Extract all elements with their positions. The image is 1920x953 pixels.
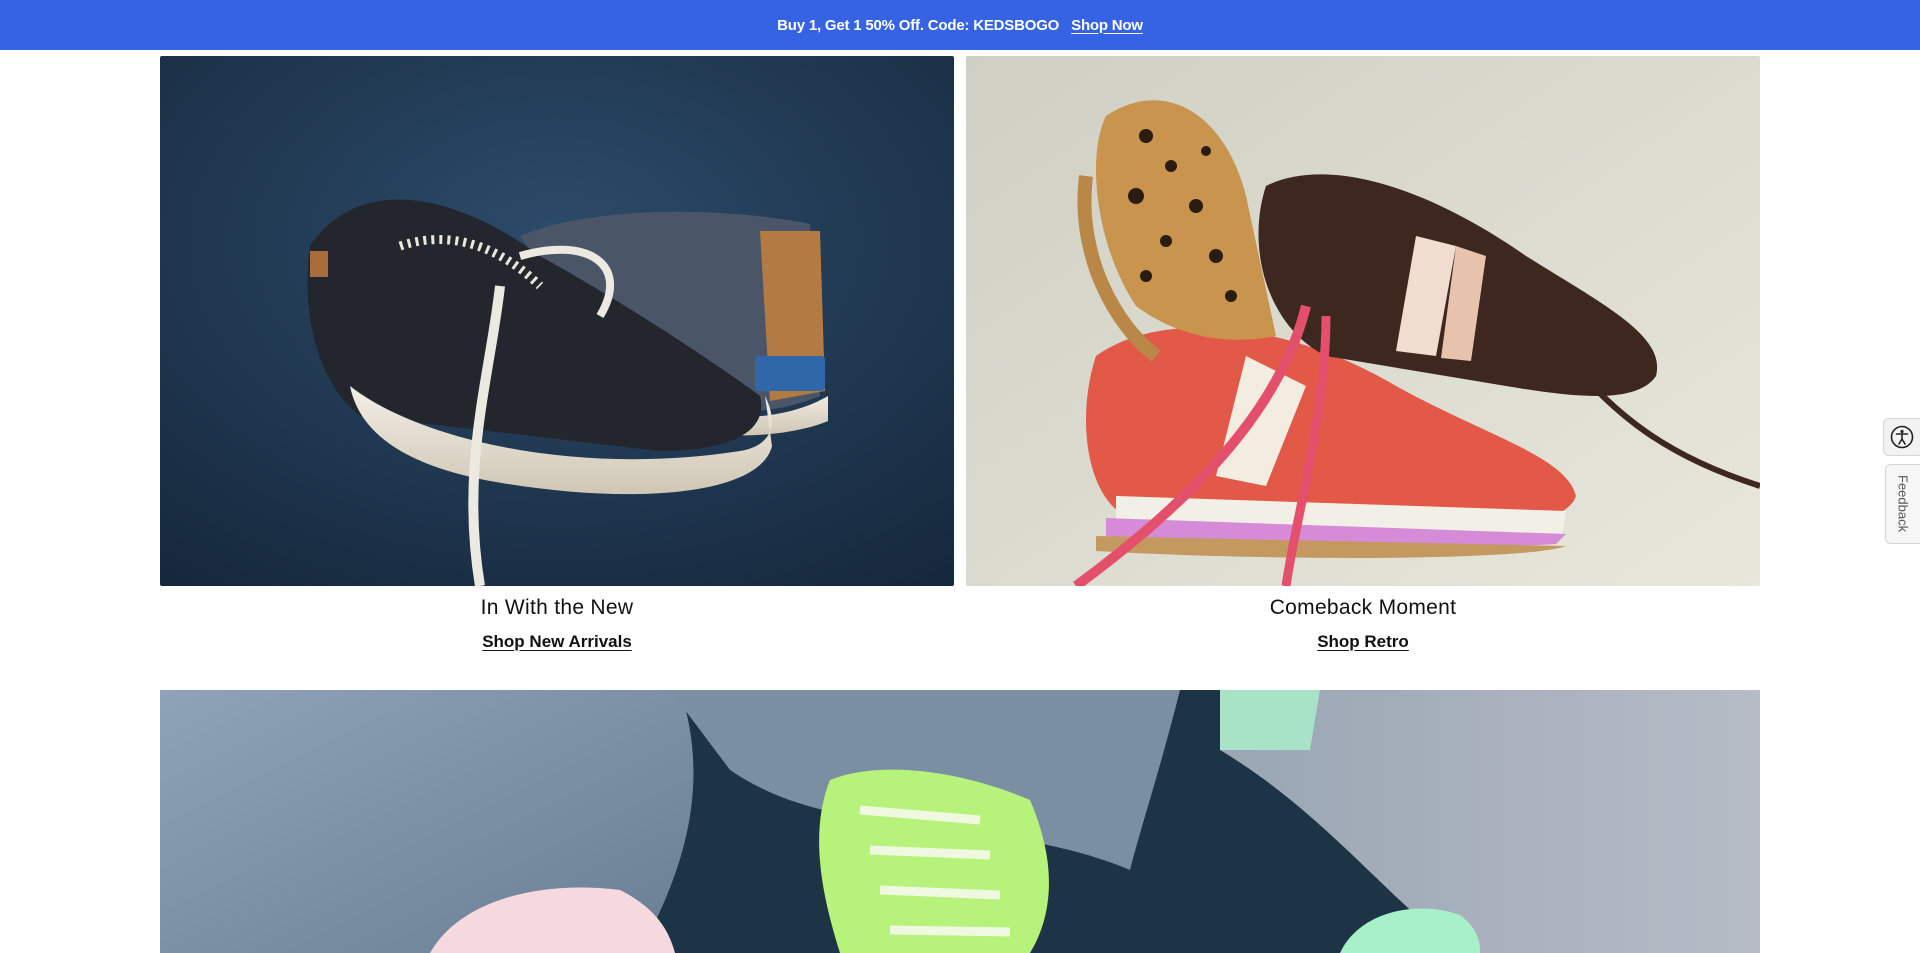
feedback-tab[interactable]: Feedback: [1885, 464, 1920, 544]
retro-heading: Comeback Moment: [1269, 596, 1457, 619]
retro-sneakers-photo: [966, 56, 1760, 586]
shop-now-link[interactable]: Shop Now: [1071, 17, 1143, 34]
shop-retro-link[interactable]: Shop Retro: [1317, 632, 1409, 652]
new-arrivals-heading: In With the New: [480, 596, 634, 619]
new-arrivals-image[interactable]: [160, 56, 954, 586]
new-arrivals-caption: In With the New Shop New Arrivals: [160, 594, 954, 652]
accessibility-button[interactable]: [1883, 418, 1920, 456]
retro-caption: Comeback Moment Shop Retro: [966, 594, 1760, 652]
feedback-label: Feedback: [1895, 475, 1911, 533]
navy-boat-shoes-photo: [160, 56, 954, 586]
denim-sneakers-photo: [160, 690, 1760, 953]
shop-new-arrivals-link[interactable]: Shop New Arrivals: [482, 632, 632, 652]
promo-banner: Buy 1, Get 1 50% Off. Code: KEDSBOGO Sho…: [0, 0, 1920, 50]
denim-hero-image[interactable]: [160, 690, 1760, 953]
accessibility-icon: [1890, 425, 1914, 449]
retro-image[interactable]: [966, 56, 1760, 586]
promo-text: Buy 1, Get 1 50% Off. Code: KEDSBOGO: [777, 16, 1060, 34]
